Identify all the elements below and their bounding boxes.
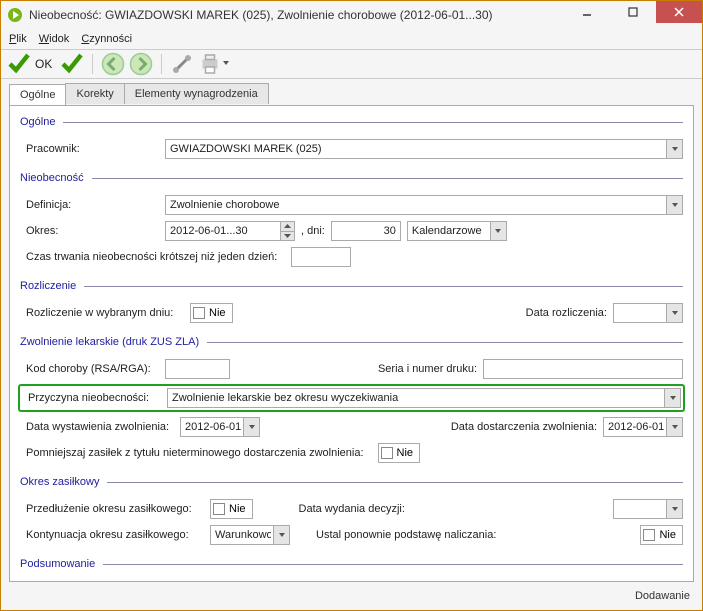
- group-nieobecnosc-title: Nieobecność: [20, 172, 92, 184]
- spinner-icon[interactable]: [280, 222, 294, 240]
- definicja-field[interactable]: [165, 195, 683, 215]
- group-ogolne: Ogólne Pracownik:: [20, 116, 683, 164]
- content-pane: Ogólne Pracownik: Nieobecność Definicja:…: [9, 105, 694, 582]
- group-rozliczenie-title: Rozliczenie: [20, 280, 84, 292]
- statusbar: Dodawanie: [9, 586, 694, 606]
- chevron-down-icon[interactable]: [666, 140, 682, 158]
- chevron-down-icon[interactable]: [666, 500, 682, 518]
- przedluzenie-checkbox[interactable]: Nie: [210, 499, 253, 519]
- przyczyna-label: Przyczyna nieobecności:: [22, 392, 167, 404]
- czas-field: [291, 247, 351, 267]
- group-ogolne-title: Ogólne: [20, 116, 63, 128]
- przedluzenie-label: Przedłużenie okresu zasiłkowego:: [20, 503, 210, 515]
- dni-field[interactable]: [331, 221, 401, 241]
- ok-label: OK: [35, 57, 52, 71]
- group-okres-zasilkowy: Okres zasiłkowy Przedłużenie okresu zasi…: [20, 476, 683, 550]
- toolbar: OK: [1, 49, 702, 79]
- titlebar: Nieobecność: GWIAZDOWSKI MAREK (025), Zw…: [1, 1, 702, 29]
- okres-kor-field: [165, 581, 455, 582]
- chevron-down-icon[interactable]: [273, 526, 289, 544]
- close-button[interactable]: [656, 1, 702, 23]
- seria-field[interactable]: [483, 359, 683, 379]
- okres-field[interactable]: [165, 221, 295, 241]
- group-zwolnienie: Zwolnienie lekarskie (druk ZUS ZLA) Kod …: [20, 336, 683, 468]
- pracownik-label: Pracownik:: [20, 143, 165, 155]
- settings-button[interactable]: [170, 52, 194, 76]
- maximize-button[interactable]: [610, 1, 656, 23]
- nav-back-button[interactable]: [101, 52, 125, 76]
- group-okres-zasilkowy-title: Okres zasiłkowy: [20, 476, 107, 488]
- group-podsumowanie: Podsumowanie Okres po korektach: Dni: No…: [20, 558, 683, 582]
- group-nieobecnosc: Nieobecność Definicja: Okres: , dni:: [20, 172, 683, 272]
- tabstrip: Ogólne Korekty Elementy wynagrodzenia: [1, 79, 702, 104]
- czas-label: Czas trwania nieobecności krótszej niż j…: [20, 251, 291, 263]
- print-button[interactable]: [198, 52, 222, 76]
- dni-label: , dni:: [295, 225, 331, 237]
- rozliczenie-wybranym-label: Rozliczenie w wybranym dniu:: [20, 307, 190, 319]
- nav-forward-button[interactable]: [129, 52, 153, 76]
- tab-korekty[interactable]: Korekty: [65, 83, 124, 104]
- dostarczenie-label: Data dostarczenia zwolnienia:: [445, 421, 603, 433]
- pomniejsz-label: Pomniejszaj zasiłek z tytułu nieterminow…: [20, 447, 378, 459]
- status-text: Dodawanie: [635, 590, 690, 602]
- menu-plik[interactable]: Plik: [9, 33, 27, 45]
- okres-label: Okres:: [20, 225, 165, 237]
- chevron-down-icon[interactable]: [490, 222, 506, 240]
- rozliczenie-data-label: Data rozliczenia:: [520, 307, 613, 319]
- ok-check-button[interactable]: [7, 52, 31, 76]
- chevron-down-icon[interactable]: [666, 418, 682, 436]
- window-title: Nieobecność: GWIAZDOWSKI MAREK (025), Zw…: [29, 8, 564, 22]
- chevron-down-icon[interactable]: [666, 304, 682, 322]
- kod-label: Kod choroby (RSA/RGA):: [20, 363, 165, 375]
- chevron-down-icon[interactable]: [243, 418, 259, 436]
- wystawienie-label: Data wystawienia zwolnienia:: [20, 421, 180, 433]
- rozliczenie-wybranym-checkbox[interactable]: Nie: [190, 303, 233, 323]
- pracownik-field[interactable]: [165, 139, 683, 159]
- tab-elementy[interactable]: Elementy wynagrodzenia: [124, 83, 269, 104]
- przyczyna-field[interactable]: [167, 388, 681, 408]
- group-podsumowanie-title: Podsumowanie: [20, 558, 103, 570]
- print-dropdown-icon[interactable]: [222, 58, 230, 70]
- ustal-checkbox[interactable]: Nie: [640, 525, 683, 545]
- decyzja-label: Data wydania decyzji:: [293, 503, 443, 515]
- menu-czynnosci[interactable]: Czynności: [81, 33, 132, 45]
- kontynuacja-label: Kontynuacja okresu zasiłkowego:: [20, 529, 210, 541]
- group-zwolnienie-title: Zwolnienie lekarskie (druk ZUS ZLA): [20, 336, 207, 348]
- chevron-down-icon[interactable]: [664, 389, 680, 407]
- menubar: Plik Widok Czynności: [1, 29, 702, 49]
- ok-next-button[interactable]: [60, 52, 84, 76]
- pomniejsz-checkbox[interactable]: Nie: [378, 443, 421, 463]
- menu-widok[interactable]: Widok: [39, 33, 70, 45]
- tab-ogolne[interactable]: Ogólne: [9, 84, 66, 105]
- definicja-label: Definicja:: [20, 199, 165, 211]
- chevron-down-icon[interactable]: [666, 196, 682, 214]
- app-icon: [7, 7, 23, 23]
- minimize-button[interactable]: [564, 1, 610, 23]
- ustal-label: Ustal ponownie podstawę naliczania:: [310, 529, 640, 541]
- kod-field[interactable]: [165, 359, 230, 379]
- seria-label: Seria i numer druku:: [372, 363, 483, 375]
- group-rozliczenie: Rozliczenie Rozliczenie w wybranym dniu:…: [20, 280, 683, 328]
